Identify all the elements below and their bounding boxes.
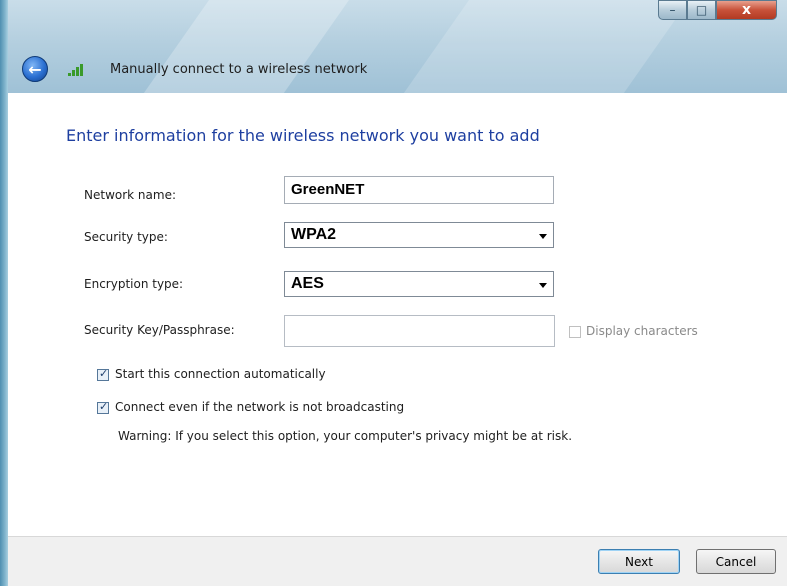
glass-reflection xyxy=(349,0,711,93)
display-characters-checkbox[interactable] xyxy=(569,326,581,338)
network-name-label: Network name: xyxy=(84,188,176,202)
maximize-button[interactable]: □ xyxy=(687,0,716,20)
network-name-input[interactable]: GreenNET xyxy=(284,176,554,204)
connect-not-broadcasting-label: Connect even if the network is not broad… xyxy=(115,400,405,414)
next-button[interactable]: Next xyxy=(598,549,680,574)
cancel-button[interactable]: Cancel xyxy=(696,549,776,574)
dialog-footer: Next Cancel xyxy=(8,536,787,586)
start-automatically-checkbox[interactable] xyxy=(97,367,109,381)
window-controls: – □ x xyxy=(658,0,777,20)
display-characters-label: Display characters xyxy=(586,324,698,338)
encryption-type-label: Encryption type: xyxy=(84,277,184,291)
start-automatically-label: Start this connection automatically xyxy=(115,367,326,381)
window-frame-left xyxy=(0,0,8,586)
wireless-network-dialog: – □ x ← Manually connect to a wireless n… xyxy=(0,0,787,586)
passphrase-label: Security Key/Passphrase: xyxy=(84,323,235,337)
privacy-warning: Warning: If you select this option, your… xyxy=(118,429,573,443)
encryption-type-value: AES xyxy=(291,275,324,292)
passphrase-input[interactable] xyxy=(284,315,555,347)
back-arrow-icon[interactable]: ← xyxy=(22,56,48,82)
wireless-signal-icon xyxy=(68,62,88,76)
close-button[interactable]: x xyxy=(716,0,777,20)
security-type-label: Security type: xyxy=(84,230,168,244)
dialog-title: Manually connect to a wireless network xyxy=(110,62,368,77)
security-type-select[interactable]: WPA2 xyxy=(284,222,554,248)
glass-reflection xyxy=(89,0,371,93)
chevron-down-icon xyxy=(539,283,547,288)
page-heading: Enter information for the wireless netwo… xyxy=(66,126,540,145)
minimize-button[interactable]: – xyxy=(658,0,687,20)
connect-not-broadcasting-checkbox[interactable] xyxy=(97,400,109,414)
chevron-down-icon xyxy=(539,234,547,239)
security-type-value: WPA2 xyxy=(291,226,337,243)
encryption-type-select[interactable]: AES xyxy=(284,271,554,297)
